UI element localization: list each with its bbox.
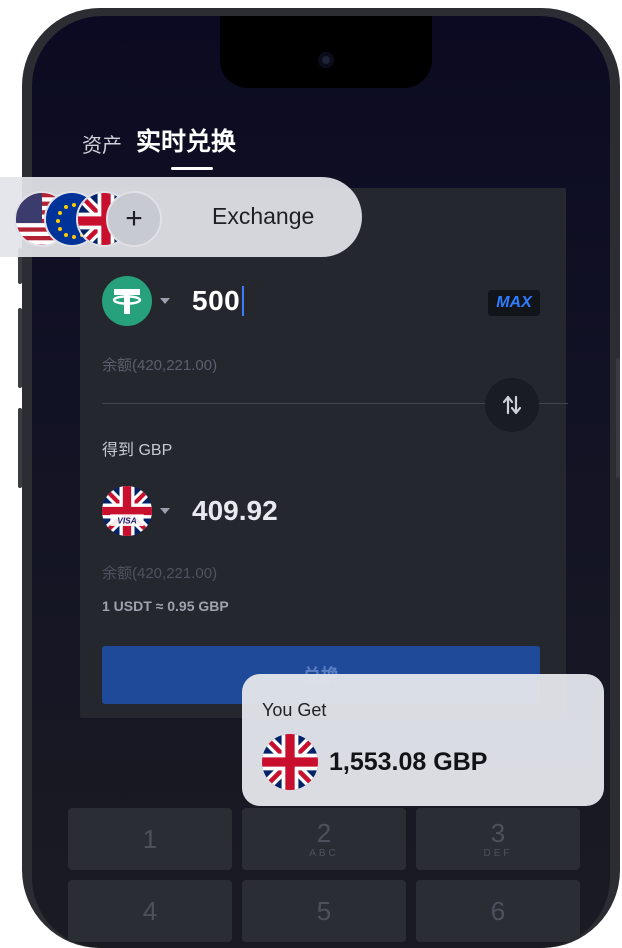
to-balance: 余额(420,221.00) [102,565,218,582]
currency-selector-pill[interactable]: + Exchange [0,177,362,257]
exchange-rate: 1 USDT ≈ 0.95 GBP [102,598,229,614]
uk-flag-visa-icon[interactable]: VISA [102,486,152,536]
swap-button[interactable] [485,378,539,432]
key-6[interactable]: 6 [416,880,580,942]
chevron-down-icon[interactable] [160,508,170,514]
power-button [616,358,620,478]
camera-icon [318,52,334,68]
tab-assets[interactable]: 资产 [82,129,122,158]
add-currency-button[interactable]: + [106,191,162,247]
tether-icon[interactable] [102,276,152,326]
key-number: 5 [316,896,332,926]
key-4[interactable]: 4 [68,880,232,942]
text-cursor [242,286,245,316]
tab-live-exchange-label: 实时兑换 [136,128,237,156]
key-5[interactable]: 5 [242,880,406,942]
exchange-card: 500 MAX 余额(420,221.00) 得到 GBP VISA 409.9… [80,188,568,718]
from-amount-input[interactable]: 500 [192,285,245,317]
key-2[interactable]: 2 ABC [242,808,406,870]
from-amount-value: 500 [192,285,241,316]
plus-icon: + [125,202,143,235]
you-get-card: You Get 1,553.08 GBP [242,674,604,806]
from-token-row: 500 [102,276,245,326]
swap-arrows-icon [502,395,522,415]
max-button[interactable]: MAX [488,290,540,316]
you-get-amount: 1,553.08 GBP [329,748,488,776]
key-number: 3 [490,817,506,848]
chevron-down-icon[interactable] [160,298,170,304]
key-3[interactable]: 3 DEF [416,808,580,870]
svg-text:VISA: VISA [117,516,136,526]
to-token-row: VISA 409.92 [102,486,278,536]
from-balance: 余额(420,221.00) [102,357,218,374]
key-1[interactable]: 1 [68,808,232,870]
phone-frame: 资产 实时兑换 500 MAX 余额(420,221.00) 得到 GBP VI… [18,8,620,948]
uk-flag-icon [262,734,318,790]
exchange-label: Exchange [212,203,315,229]
to-amount: 409.92 [192,495,278,526]
key-letters: ABC [309,847,339,859]
flag-stack: + [14,191,164,247]
get-currency-label: 得到 GBP [102,442,173,459]
volume-down-button [18,308,22,388]
key-number: 1 [142,824,158,854]
key-number: 2 [316,817,332,848]
key-number: 6 [490,896,506,926]
tab-active-indicator [171,167,213,170]
you-get-title: You Get [262,700,327,720]
tab-live-exchange[interactable]: 实时兑换 [136,122,237,170]
side-button [18,408,22,488]
key-number: 4 [142,896,158,926]
tab-bar: 资产 实时兑换 [82,122,237,170]
key-letters: DEF [483,847,513,859]
notch [220,16,432,88]
phone-screen: 资产 实时兑换 500 MAX 余额(420,221.00) 得到 GBP VI… [32,16,610,948]
